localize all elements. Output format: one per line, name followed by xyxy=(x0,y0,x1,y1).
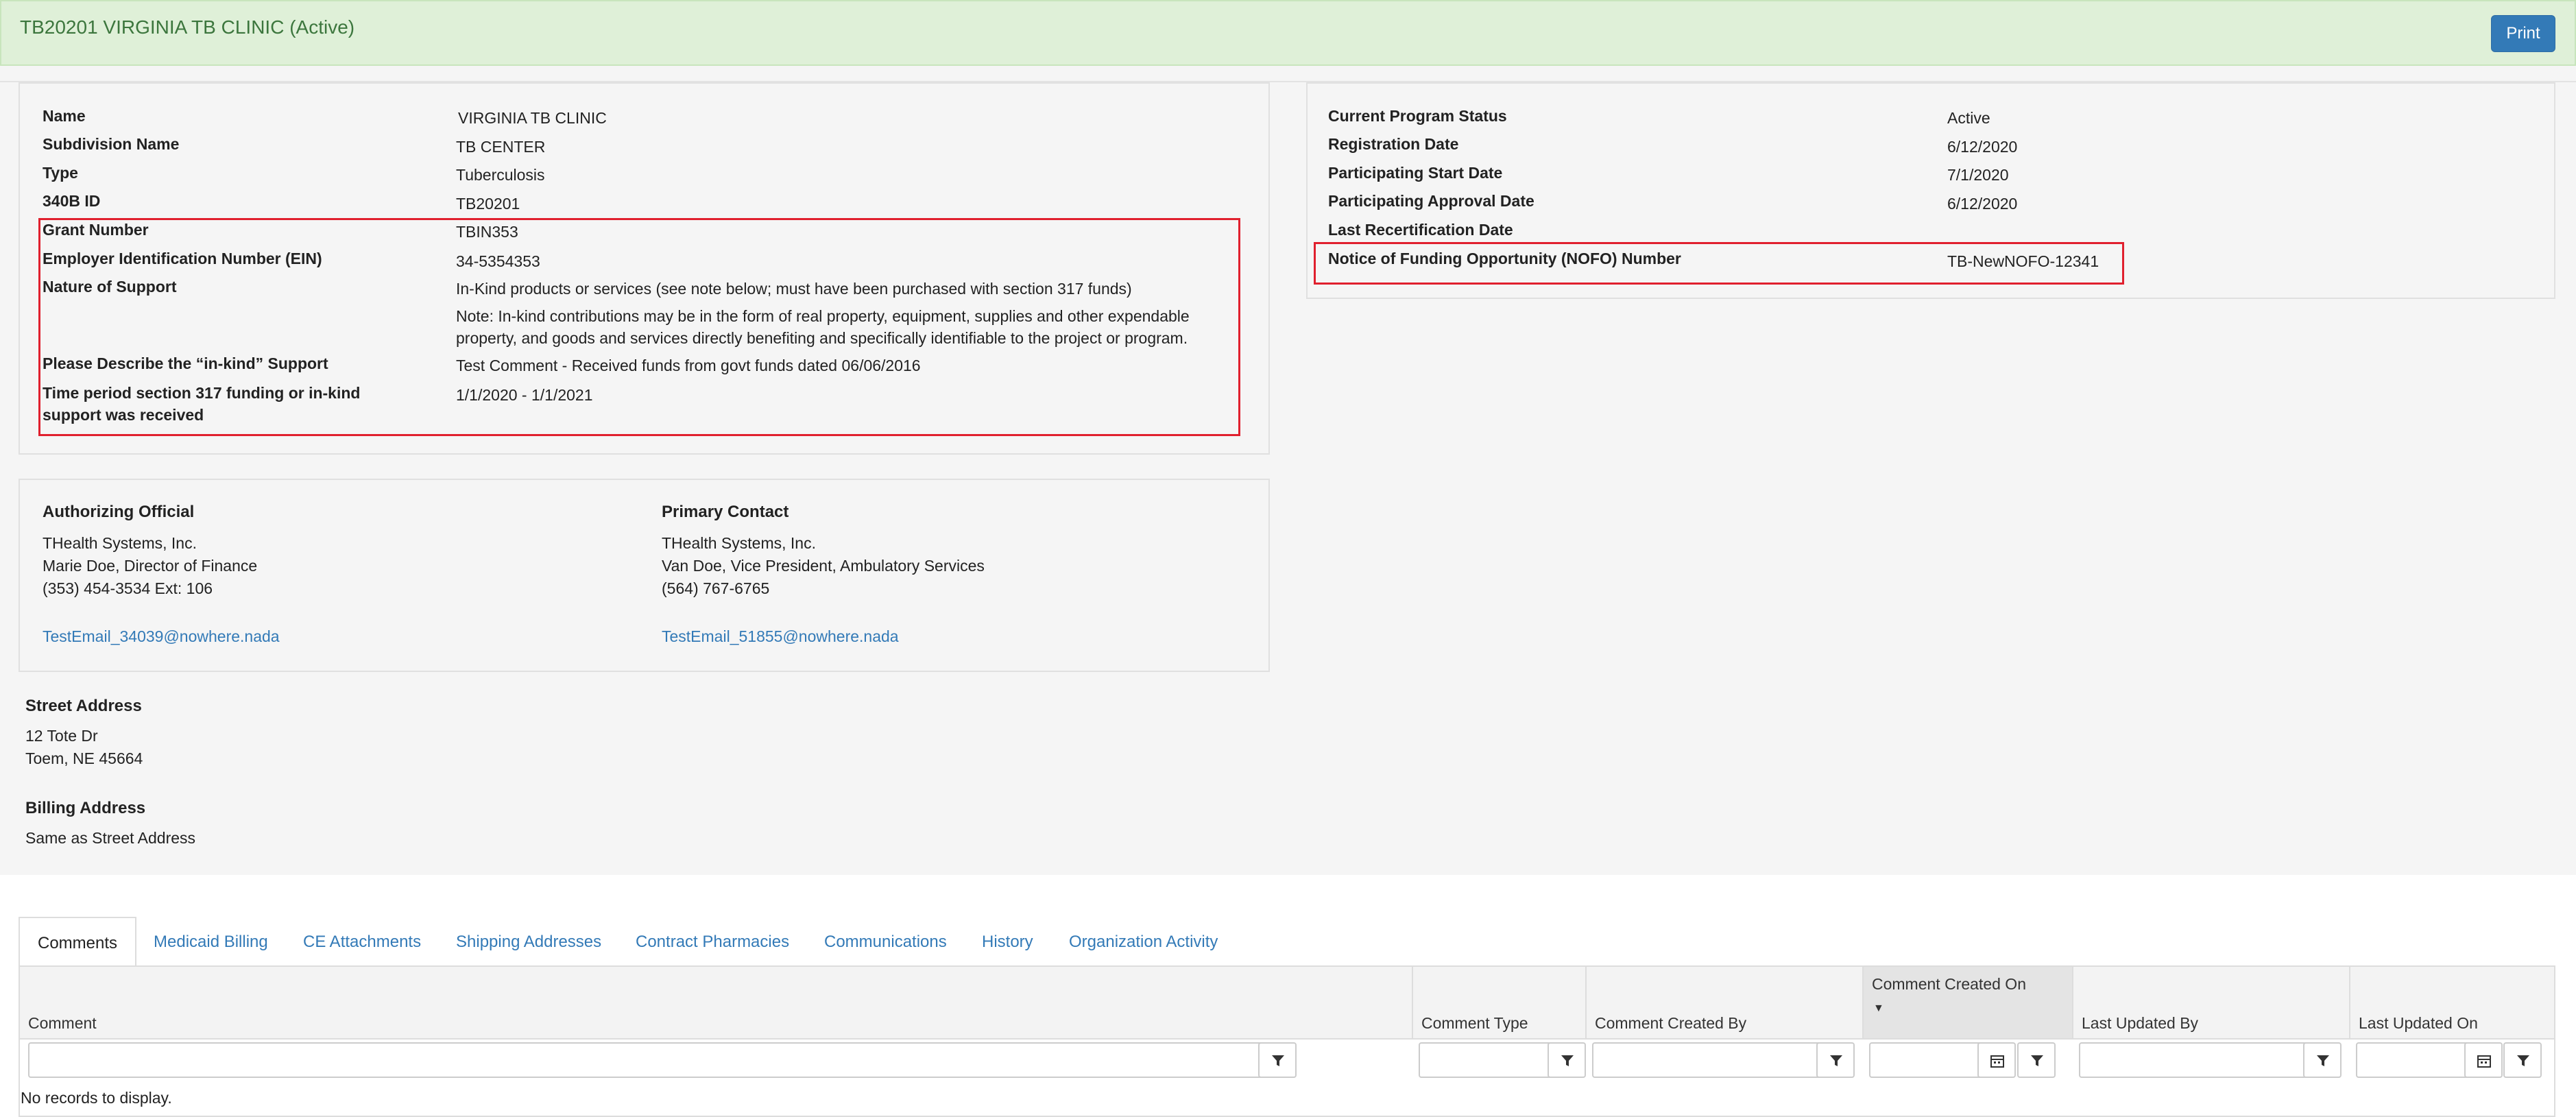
comments-grid: Comment Comment Type Comment Created By … xyxy=(19,965,2555,1117)
inkind-describe-value: Test Comment - Received funds from govt … xyxy=(456,357,921,374)
col-comment-created-on[interactable]: Comment Created On ▼ xyxy=(1862,967,2072,1038)
registration-date-value: 6/12/2020 xyxy=(1947,138,2018,156)
time-period-value: 1/1/2020 - 1/1/2021 xyxy=(456,386,593,404)
tab-communications[interactable]: Communications xyxy=(824,917,947,967)
calendar-icon xyxy=(2477,1055,2491,1068)
start-date-label: Participating Start Date xyxy=(1328,164,1503,182)
authorizing-email-link[interactable]: TestEmail_34039@nowhere.nada xyxy=(43,625,280,648)
recert-date-label: Last Recertification Date xyxy=(1328,221,1513,239)
filter-updated-on-button[interactable] xyxy=(2503,1042,2542,1078)
filter-icon xyxy=(1830,1055,1842,1066)
authorizing-official-title: Authorizing Official xyxy=(43,503,195,521)
name-label: Name xyxy=(43,107,86,125)
col-comment-created-on-title: Comment Created On xyxy=(1872,975,2026,993)
time-period-label-line1: Time period section 317 funding or in-ki… xyxy=(43,384,361,402)
street-line2: Toem, NE 45664 xyxy=(25,749,143,767)
approval-date-value: 6/12/2020 xyxy=(1947,195,2018,213)
tab-comments[interactable]: Comments xyxy=(19,917,137,967)
filter-updated-by-button[interactable] xyxy=(2303,1042,2342,1078)
col-comment-created-by[interactable]: Comment Created By xyxy=(1585,967,1862,1038)
name-value: VIRGINIA TB CLINIC xyxy=(458,109,607,127)
grant-number-label: Grant Number xyxy=(43,221,149,239)
nofo-value: TB-NewNOFO-12341 xyxy=(1947,252,2099,270)
col-comment-type[interactable]: Comment Type xyxy=(1412,967,1585,1038)
page-header: TB20201 VIRGINIA TB CLINIC (Active) Prin… xyxy=(0,0,2576,66)
inkind-describe-label: Please Describe the “in-kind” Support xyxy=(43,355,328,372)
program-status-value: Active xyxy=(1947,109,1990,127)
billing-address-title: Billing Address xyxy=(25,799,146,817)
filter-icon xyxy=(2317,1055,2329,1066)
filter-created-by-input[interactable] xyxy=(1592,1042,1821,1078)
tab-medicaid-billing[interactable]: Medicaid Billing xyxy=(154,917,268,967)
type-label: Type xyxy=(43,164,78,182)
primary-line3: (564) 767-6765 xyxy=(662,579,770,597)
authorizing-line1: THealth Systems, Inc. xyxy=(43,534,197,552)
nature-of-support-label: Nature of Support xyxy=(43,278,177,296)
filter-icon xyxy=(2031,1055,2043,1066)
col-last-updated-by-title: Last Updated By xyxy=(2082,1014,2199,1032)
nature-note-line2: property, and goods and services directl… xyxy=(456,329,1188,347)
primary-contact-title: Primary Contact xyxy=(662,503,789,521)
approval-date-label: Participating Approval Date xyxy=(1328,192,1534,210)
340b-id-label: 340B ID xyxy=(43,192,101,210)
340b-id-value: TB20201 xyxy=(456,195,520,213)
filter-comment-type-button[interactable] xyxy=(1548,1042,1586,1078)
filter-icon xyxy=(1561,1055,1574,1066)
grid-header: Comment Comment Type Comment Created By … xyxy=(20,967,2554,1040)
filter-created-on-calendar-button[interactable] xyxy=(1977,1042,2016,1078)
street-address-title: Street Address xyxy=(25,697,142,715)
subdivision-value: TB CENTER xyxy=(456,138,546,156)
type-value: Tuberculosis xyxy=(456,166,545,184)
grant-number-value: TBIN353 xyxy=(456,223,518,241)
primary-email-link[interactable]: TestEmail_51855@nowhere.nada xyxy=(662,625,899,648)
tab-contract-pharmacies[interactable]: Contract Pharmacies xyxy=(636,917,789,967)
filter-comment-type-input[interactable] xyxy=(1419,1042,1552,1078)
start-date-value: 7/1/2020 xyxy=(1947,166,2009,184)
billing-line1: Same as Street Address xyxy=(25,829,196,847)
filter-icon xyxy=(1272,1055,1284,1066)
ein-label: Employer Identification Number (EIN) xyxy=(43,250,322,267)
program-status-label: Current Program Status xyxy=(1328,107,1507,125)
ein-value: 34-5354353 xyxy=(456,252,540,270)
filter-comment-input[interactable] xyxy=(28,1042,1266,1078)
filter-updated-on-input[interactable] xyxy=(2356,1042,2469,1078)
filter-created-on-input[interactable] xyxy=(1869,1042,1982,1078)
subdivision-label: Subdivision Name xyxy=(43,135,180,153)
filter-created-on-button[interactable] xyxy=(2017,1042,2056,1078)
authorizing-line2: Marie Doe, Director of Finance xyxy=(43,557,258,575)
tab-history[interactable]: History xyxy=(982,917,1033,967)
calendar-icon xyxy=(1990,1055,2004,1068)
authorizing-line3: (353) 454-3534 Ext: 106 xyxy=(43,579,213,597)
sort-desc-icon: ▼ xyxy=(1873,1002,1884,1014)
empty-grid-message: No records to display. xyxy=(21,1089,172,1107)
filter-comment-button[interactable] xyxy=(1258,1042,1297,1078)
filter-updated-by-input[interactable] xyxy=(2079,1042,2308,1078)
col-last-updated-on[interactable]: Last Updated On xyxy=(2349,967,2557,1038)
tab-organization-activity[interactable]: Organization Activity xyxy=(1069,917,1218,967)
nature-note-line1: Note: In-kind contributions may be in th… xyxy=(456,307,1190,325)
primary-line1: THealth Systems, Inc. xyxy=(662,534,816,552)
col-comment-created-by-title: Comment Created By xyxy=(1595,1014,1747,1032)
tab-shipping-addresses[interactable]: Shipping Addresses xyxy=(456,917,601,967)
col-comment-type-title: Comment Type xyxy=(1421,1014,1528,1032)
registration-date-label: Registration Date xyxy=(1328,135,1459,153)
nature-of-support-value: In-Kind products or services (see note b… xyxy=(456,280,1132,298)
col-last-updated-by[interactable]: Last Updated By xyxy=(2072,967,2349,1038)
page-title: TB20201 VIRGINIA TB CLINIC (Active) xyxy=(20,16,355,38)
nofo-label: Notice of Funding Opportunity (NOFO) Num… xyxy=(1328,250,1681,267)
tab-bar: Comments Medicaid Billing CE Attachments… xyxy=(19,917,2555,968)
filter-icon xyxy=(2517,1055,2529,1066)
tab-ce-attachments[interactable]: CE Attachments xyxy=(303,917,421,967)
filter-updated-on-calendar-button[interactable] xyxy=(2464,1042,2503,1078)
print-button[interactable]: Print xyxy=(2491,15,2555,52)
time-period-label-line2: support was received xyxy=(43,406,204,424)
street-line1: 12 Tote Dr xyxy=(25,727,98,745)
col-comment-title: Comment xyxy=(28,1014,97,1032)
filter-created-by-button[interactable] xyxy=(1816,1042,1855,1078)
primary-line2: Van Doe, Vice President, Ambulatory Serv… xyxy=(662,557,985,575)
col-last-updated-on-title: Last Updated On xyxy=(2359,1014,2478,1032)
col-comment[interactable]: Comment xyxy=(20,967,1412,1038)
